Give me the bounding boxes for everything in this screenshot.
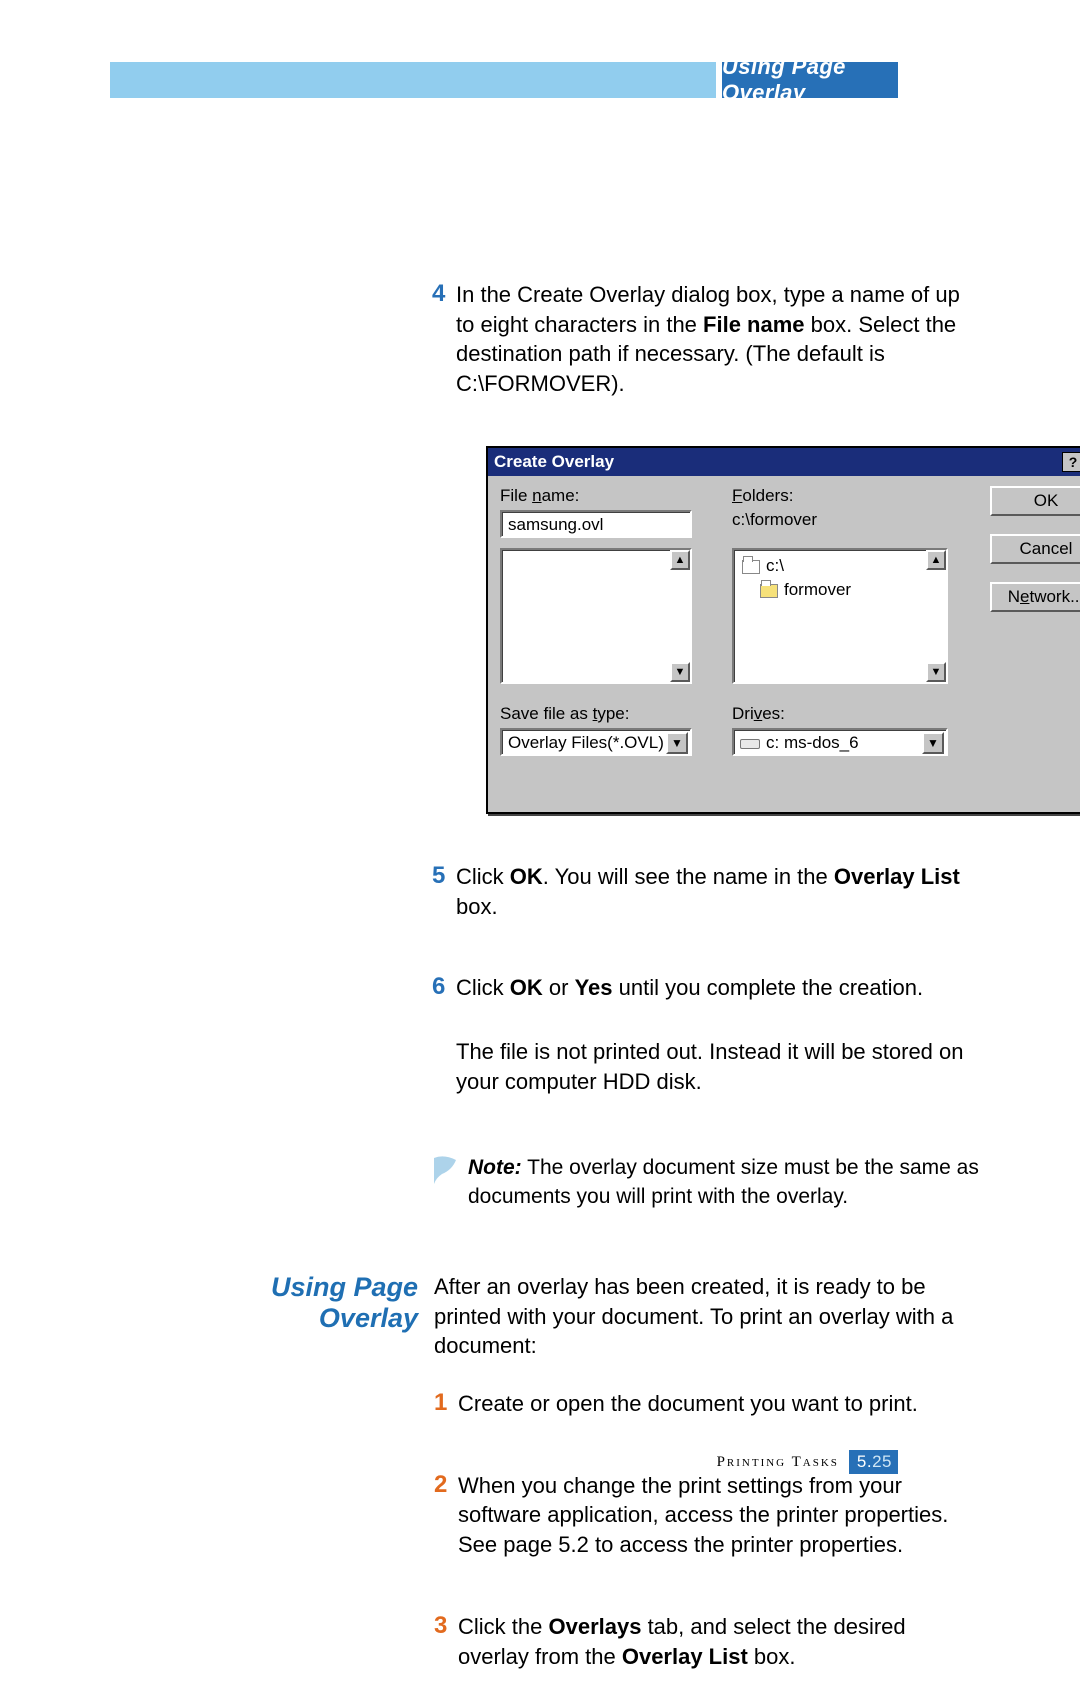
cancel-button[interactable]: Cancel <box>990 534 1080 564</box>
step-5: 5 Click OK. You will see the name in the… <box>432 862 980 921</box>
header-title: Using Page Overlay <box>722 62 898 98</box>
drives-value: c: ms-dos_6 <box>766 733 859 752</box>
save-type-value: Overlay Files(*.OVL) <box>508 733 664 752</box>
step-6-followup: The file is not printed out. Instead it … <box>432 1037 980 1096</box>
section-content: After an overlay has been created, it is… <box>434 1272 982 1693</box>
tree-root-row[interactable]: c:\ <box>738 554 942 578</box>
folder-open-icon <box>742 560 760 574</box>
step-text-b3: Click the Overlays tab, and select the d… <box>458 1612 982 1671</box>
dialog-body: File name: samsung.ovl ▲ ▼ Folders: c:\f… <box>488 476 1080 504</box>
section-intro: After an overlay has been created, it is… <box>434 1272 982 1361</box>
note-flag-icon <box>432 1154 462 1191</box>
step-num-6: 6 <box>432 973 456 1003</box>
label-file-name: File name: <box>500 486 579 506</box>
label-drives: Drives: <box>732 704 785 724</box>
content-below-dialog: 5 Click OK. You will see the name in the… <box>432 862 980 1211</box>
ok-button[interactable]: OK <box>990 486 1080 516</box>
label-save-type: Save file as type: <box>500 704 629 724</box>
file-name-input[interactable]: samsung.ovl <box>500 510 692 538</box>
drive-icon <box>740 739 760 749</box>
page-number: 5.25 <box>849 1450 898 1474</box>
step-num-5: 5 <box>432 862 456 921</box>
create-overlay-dialog: Create Overlay ? × File name: samsung.ov… <box>486 446 1080 814</box>
tree-child-row[interactable]: formover <box>738 578 942 602</box>
folders-path: c:\formover <box>732 510 817 530</box>
step-6: 6 Click OK or Yes until you complete the… <box>432 973 980 1003</box>
note-text: Note: The overlay document size must be … <box>466 1154 980 1211</box>
step-text-b2: When you change the print settings from … <box>458 1471 982 1560</box>
save-type-select[interactable]: Overlay Files(*.OVL) ▼ <box>500 728 692 756</box>
section-heading: Using Page Overlay <box>170 1272 418 1334</box>
step-text-6: Click OK or Yes until you complete the c… <box>456 973 980 1003</box>
footer-section-name: Printing Tasks <box>717 1454 839 1471</box>
scroll-down-icon[interactable]: ▼ <box>670 662 690 682</box>
scroll-up-icon[interactable]: ▲ <box>670 550 690 570</box>
step-num-b3: 3 <box>434 1612 458 1671</box>
step-num-b2: 2 <box>434 1471 458 1560</box>
file-name-listbox[interactable]: ▲ ▼ <box>500 548 692 684</box>
dialog-title: Create Overlay <box>494 452 1060 472</box>
drives-select[interactable]: c: ms-dos_6 ▼ <box>732 728 948 756</box>
help-icon[interactable]: ? <box>1062 452 1080 472</box>
label-folders: Folders: <box>732 486 793 506</box>
header-left-fill <box>110 62 716 98</box>
folder-icon <box>760 584 778 598</box>
step-4: 4 In the Create Overlay dialog box, type… <box>432 280 980 399</box>
step-num-b1: 1 <box>434 1389 458 1419</box>
chevron-down-icon[interactable]: ▼ <box>666 732 688 754</box>
page-footer: Printing Tasks 5.25 <box>717 1450 898 1474</box>
network-button[interactable]: Network... <box>990 582 1080 612</box>
note-callout: Note: The overlay document size must be … <box>432 1154 980 1211</box>
step-b1: 1 Create or open the document you want t… <box>434 1389 982 1419</box>
step-num-4: 4 <box>432 280 456 399</box>
step-text-5: Click OK. You will see the name in the O… <box>456 862 980 921</box>
file-name-value: samsung.ovl <box>508 515 603 534</box>
step-6-followup-text: The file is not printed out. Instead it … <box>456 1037 980 1096</box>
step-b3: 3 Click the Overlays tab, and select the… <box>434 1612 982 1671</box>
main-content: 4 In the Create Overlay dialog box, type… <box>432 280 980 421</box>
step-text-b1: Create or open the document you want to … <box>458 1389 982 1419</box>
dialog-titlebar: Create Overlay ? × <box>488 448 1080 476</box>
step-b2: 2 When you change the print settings fro… <box>434 1471 982 1560</box>
chevron-down-icon[interactable]: ▼ <box>922 732 944 754</box>
scroll-up-icon[interactable]: ▲ <box>926 550 946 570</box>
scroll-down-icon[interactable]: ▼ <box>926 662 946 682</box>
step-text-4: In the Create Overlay dialog box, type a… <box>456 280 980 399</box>
folder-tree[interactable]: c:\ formover ▲ ▼ <box>732 548 948 684</box>
header-bar: Using Page Overlay <box>110 62 898 98</box>
